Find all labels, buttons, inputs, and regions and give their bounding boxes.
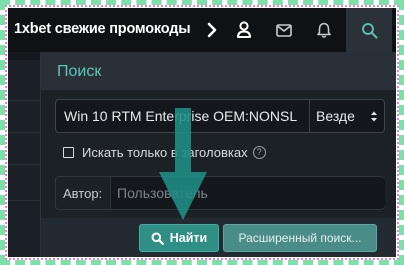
top-navigation-bar: 1xbet свежие промокоды [8,8,396,52]
search-icon [151,232,164,245]
chevron-right-icon [207,22,217,38]
screenshot-area: 1xbet свежие промокоды Поиск Win 10 RTM … [8,8,396,257]
bell-icon [317,22,331,38]
background-page-strip [8,60,40,257]
notifications-button[interactable] [304,8,344,52]
pointer-arrow-annotation [159,108,207,220]
chevron-right-button[interactable] [200,8,224,52]
author-label: Автор: [63,186,103,201]
messages-button[interactable] [264,8,304,52]
user-icon [237,21,251,38]
help-icon[interactable]: ? [252,146,266,159]
sort-arrows-icon [371,111,377,121]
search-scope-select[interactable]: Везде [309,99,385,133]
submit-search-button[interactable]: Найти [139,224,219,252]
advanced-search-button[interactable]: Расширенный поиск... [223,224,377,252]
advanced-search-label: Расширенный поиск... [238,231,362,245]
site-title[interactable]: 1xbet свежие промокоды [14,21,191,37]
popup-header: Поиск [41,52,396,90]
titles-only-checkbox[interactable] [63,147,74,158]
submit-search-label: Найти [169,231,208,245]
author-input[interactable]: Пользователь [110,177,385,209]
author-row: Автор: Пользователь [55,176,385,210]
query-row: Win 10 RTM Enterprise OEM:NONSL Везде [55,99,385,133]
popup-title: Поиск [57,63,102,80]
search-popup: Поиск Win 10 RTM Enterprise OEM:NONSL Ве… [40,52,396,257]
account-button[interactable] [224,8,264,52]
search-scope-value: Везде [316,108,355,124]
search-icon [361,22,377,38]
popup-footer: Найти Расширенный поиск... [41,218,396,257]
search-button[interactable] [346,8,392,52]
mail-icon [276,23,292,37]
